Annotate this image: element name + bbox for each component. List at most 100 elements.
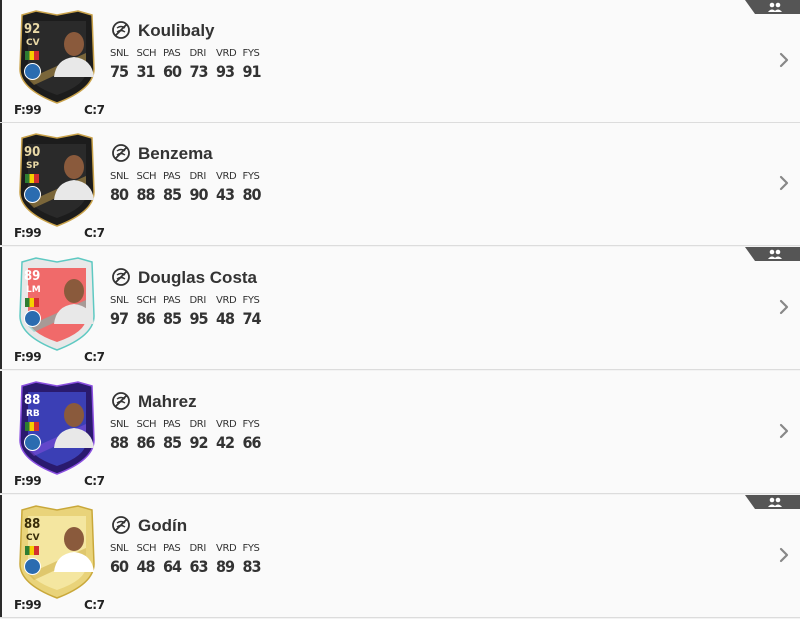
club-badge bbox=[24, 310, 41, 327]
stat-pas: PAS 64 bbox=[163, 543, 190, 576]
stat-label: SNL bbox=[110, 295, 129, 306]
stat-value: 60 bbox=[163, 62, 182, 81]
player-card: 88 CV bbox=[14, 504, 100, 600]
stat-snl: SNL 75 bbox=[110, 48, 137, 81]
nation-flag bbox=[25, 422, 39, 431]
stat-label: PAS bbox=[163, 419, 181, 430]
nation-flag bbox=[25, 546, 39, 555]
club-badge bbox=[24, 63, 41, 80]
stat-value: 48 bbox=[136, 557, 156, 576]
stat-label: SNL bbox=[110, 543, 129, 554]
stat-fys: FYS 74 bbox=[243, 295, 270, 328]
player-photo bbox=[54, 527, 94, 572]
chevron-right-icon[interactable] bbox=[778, 51, 790, 69]
contracts-label: C:7 bbox=[84, 226, 105, 240]
stat-vrd: VRD 89 bbox=[216, 543, 243, 576]
row-edge bbox=[0, 0, 2, 122]
fitness-label: F:99 bbox=[14, 226, 42, 240]
chevron-right-icon[interactable] bbox=[778, 422, 790, 440]
stat-label: VRD bbox=[216, 543, 237, 554]
stat-label: VRD bbox=[216, 171, 237, 182]
stat-value: 88 bbox=[110, 433, 129, 452]
stat-value: 97 bbox=[110, 309, 129, 328]
player-photo bbox=[54, 403, 94, 448]
stat-value: 80 bbox=[242, 185, 262, 204]
stat-value: 90 bbox=[189, 185, 209, 204]
group-icon bbox=[745, 495, 800, 509]
stat-label: DRI bbox=[189, 171, 207, 182]
stat-pas: PAS 60 bbox=[163, 48, 190, 81]
stat-value: 88 bbox=[136, 185, 156, 204]
player-row[interactable]: 89 LM F:99 C:7 Douglas Costa SNL 97 SCH 86 PAS 85 D… bbox=[0, 247, 800, 370]
player-photo bbox=[54, 32, 94, 77]
stat-value: 75 bbox=[110, 62, 129, 81]
player-name: Mahrez bbox=[138, 392, 197, 411]
player-name: Benzema bbox=[138, 144, 213, 163]
player-name: Koulibaly bbox=[138, 21, 215, 40]
player-card: 88 RB bbox=[14, 380, 100, 476]
player-card: 90 SP bbox=[14, 132, 100, 228]
stat-fys: FYS 91 bbox=[243, 48, 270, 81]
no-chemistry-icon bbox=[112, 392, 130, 410]
player-list: 92 CV F:99 C:7 Koulibaly SNL 75 SCH 31 PAS 60 DRI 73… bbox=[0, 0, 800, 619]
stat-value: 89 bbox=[216, 557, 235, 576]
contracts-label: C:7 bbox=[84, 103, 105, 117]
stat-sch: SCH 88 bbox=[137, 171, 164, 204]
fitness-label: F:99 bbox=[14, 474, 42, 488]
stat-dri: DRI 63 bbox=[190, 543, 217, 576]
card-rating: 88 bbox=[24, 393, 41, 408]
contracts-label: C:7 bbox=[84, 598, 105, 612]
stat-label: PAS bbox=[163, 295, 181, 306]
stat-value: 48 bbox=[216, 309, 235, 328]
row-edge bbox=[0, 123, 2, 245]
stat-label: DRI bbox=[189, 543, 207, 554]
stat-label: PAS bbox=[163, 48, 181, 59]
stats-group: SNL 75 SCH 31 PAS 60 DRI 73 VRD 93 FYS 91 bbox=[110, 48, 269, 81]
stat-snl: SNL 88 bbox=[110, 419, 137, 452]
card-position: CV bbox=[26, 38, 40, 48]
stat-value: 91 bbox=[242, 62, 262, 81]
stat-value: 63 bbox=[189, 557, 209, 576]
stat-label: SCH bbox=[136, 48, 157, 59]
fitness-label: F:99 bbox=[14, 598, 42, 612]
card-rating: 92 bbox=[24, 22, 41, 37]
stat-value: 42 bbox=[216, 433, 235, 452]
group-icon bbox=[745, 0, 800, 14]
no-chemistry-icon bbox=[112, 268, 130, 286]
stat-label: SCH bbox=[136, 419, 157, 430]
stat-snl: SNL 97 bbox=[110, 295, 137, 328]
stat-label: PAS bbox=[163, 543, 181, 554]
player-row[interactable]: 90 SP F:99 C:7 Benzema SNL 80 SCH 88 PAS 85 DRI 90 VR… bbox=[0, 123, 800, 246]
chevron-right-icon[interactable] bbox=[778, 174, 790, 192]
stat-label: VRD bbox=[216, 295, 237, 306]
chevron-right-icon[interactable] bbox=[778, 298, 790, 316]
stat-label: FYS bbox=[242, 171, 260, 182]
stat-value: 92 bbox=[189, 433, 209, 452]
stat-value: 93 bbox=[216, 62, 235, 81]
player-name: Douglas Costa bbox=[138, 268, 258, 287]
stat-value: 85 bbox=[163, 185, 182, 204]
chevron-right-icon[interactable] bbox=[778, 546, 790, 564]
nation-flag bbox=[25, 298, 39, 307]
stat-dri: DRI 95 bbox=[190, 295, 217, 328]
stats-group: SNL 88 SCH 86 PAS 85 DRI 92 VRD 42 FYS 66 bbox=[110, 419, 269, 452]
stat-pas: PAS 85 bbox=[163, 295, 190, 328]
stat-value: 74 bbox=[242, 309, 262, 328]
stat-value: 85 bbox=[163, 433, 182, 452]
player-row[interactable]: 88 CV F:99 C:7 Godín SNL 60 SCH 48 PAS 64 DRI 63 VRD 8… bbox=[0, 495, 800, 618]
card-position: LM bbox=[26, 285, 41, 295]
club-badge bbox=[24, 434, 41, 451]
player-row[interactable]: 88 RB F:99 C:7 Mahrez SNL 88 SCH 86 PAS 85 DRI 92 VRD… bbox=[0, 371, 800, 494]
stat-label: DRI bbox=[189, 295, 207, 306]
player-row[interactable]: 92 CV F:99 C:7 Koulibaly SNL 75 SCH 31 PAS 60 DRI 73… bbox=[0, 0, 800, 123]
card-rating: 90 bbox=[24, 145, 41, 160]
nation-flag bbox=[25, 174, 39, 183]
stat-value: 80 bbox=[110, 185, 129, 204]
stat-fys: FYS 66 bbox=[243, 419, 270, 452]
stat-label: VRD bbox=[216, 419, 237, 430]
stat-value: 31 bbox=[136, 62, 156, 81]
stat-value: 86 bbox=[136, 309, 156, 328]
no-chemistry-icon bbox=[112, 21, 130, 39]
club-badge bbox=[24, 186, 41, 203]
group-icon bbox=[745, 247, 800, 261]
